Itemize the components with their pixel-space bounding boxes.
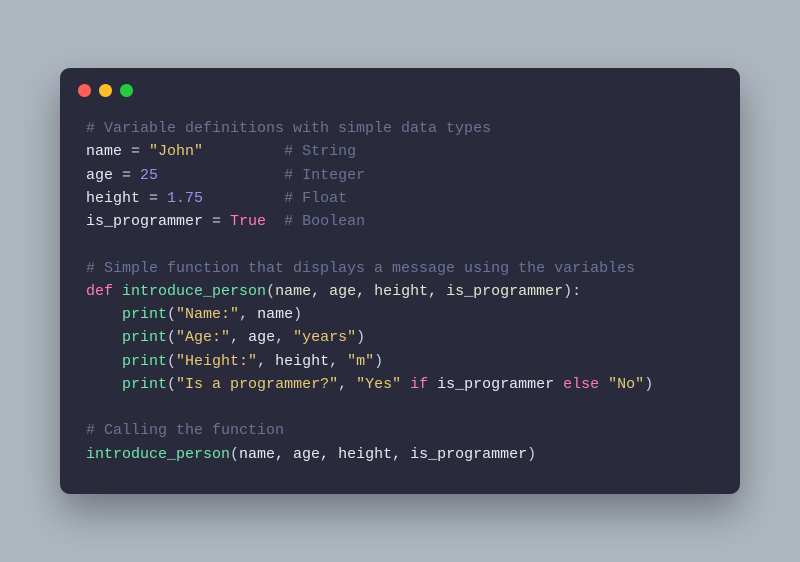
keyword-else: else [554, 376, 608, 393]
string-literal: "Is a programmer?" [176, 376, 338, 393]
comma: , [230, 329, 248, 346]
paren-open: ( [167, 353, 176, 370]
comma: , [239, 306, 257, 323]
equals-operator: = [203, 213, 230, 230]
string-literal: "No" [608, 376, 644, 393]
variable-name: is_programmer [86, 213, 203, 230]
paren-open: ( [230, 446, 239, 463]
variable-name: height [86, 190, 140, 207]
spacing [203, 143, 284, 160]
paren-open: ( [167, 306, 176, 323]
keyword-true: True [230, 213, 266, 230]
keyword-def: def [86, 283, 113, 300]
spacing [203, 190, 284, 207]
string-literal: "Name:" [176, 306, 239, 323]
indent [86, 306, 122, 323]
string-literal: "m" [347, 353, 374, 370]
comma: , [338, 376, 356, 393]
argument-list: name, age, height, is_programmer [239, 446, 527, 463]
paren-open: ( [167, 376, 176, 393]
indent [86, 353, 122, 370]
function-call: introduce_person [86, 446, 230, 463]
indent [86, 376, 122, 393]
comment: # Calling the function [86, 422, 284, 439]
comment: # Variable definitions with simple data … [86, 120, 491, 137]
comment: # Integer [284, 167, 365, 184]
comment: # Simple function that displays a messag… [86, 260, 635, 277]
comment: # Float [284, 190, 347, 207]
code-window: # Variable definitions with simple data … [60, 68, 740, 494]
minimize-icon[interactable] [99, 84, 112, 97]
indent [86, 329, 122, 346]
zoom-icon[interactable] [120, 84, 133, 97]
spacing [266, 213, 284, 230]
comment: # String [284, 143, 356, 160]
comma: , [329, 353, 347, 370]
space [113, 283, 122, 300]
argument: name [257, 306, 293, 323]
paren-open: ( [266, 283, 275, 300]
code-block: # Variable definitions with simple data … [60, 103, 740, 494]
equals-operator: = [113, 167, 140, 184]
keyword-if: if [401, 376, 437, 393]
argument: height [275, 353, 329, 370]
equals-operator: = [140, 190, 167, 207]
paren-close-colon: ): [563, 283, 581, 300]
argument: age [248, 329, 275, 346]
function-name: introduce_person [122, 283, 266, 300]
paren-close: ) [293, 306, 302, 323]
string-literal: "years" [293, 329, 356, 346]
string-literal: "Yes" [356, 376, 401, 393]
comma: , [257, 353, 275, 370]
string-literal: "John" [149, 143, 203, 160]
variable-name: age [86, 167, 113, 184]
spacing [158, 167, 284, 184]
equals-operator: = [122, 143, 149, 160]
parameter-list: name, age, height, is_programmer [275, 283, 563, 300]
close-icon[interactable] [78, 84, 91, 97]
paren-close: ) [356, 329, 365, 346]
print-call: print [122, 306, 167, 323]
print-call: print [122, 376, 167, 393]
string-literal: "Age:" [176, 329, 230, 346]
print-call: print [122, 353, 167, 370]
comma: , [275, 329, 293, 346]
number-literal: 25 [140, 167, 158, 184]
paren-open: ( [167, 329, 176, 346]
comment: # Boolean [284, 213, 365, 230]
string-literal: "Height:" [176, 353, 257, 370]
print-call: print [122, 329, 167, 346]
variable-name: name [86, 143, 122, 160]
argument: is_programmer [437, 376, 554, 393]
paren-close: ) [527, 446, 536, 463]
paren-close: ) [644, 376, 653, 393]
window-titlebar [60, 68, 740, 103]
number-literal: 1.75 [167, 190, 203, 207]
paren-close: ) [374, 353, 383, 370]
